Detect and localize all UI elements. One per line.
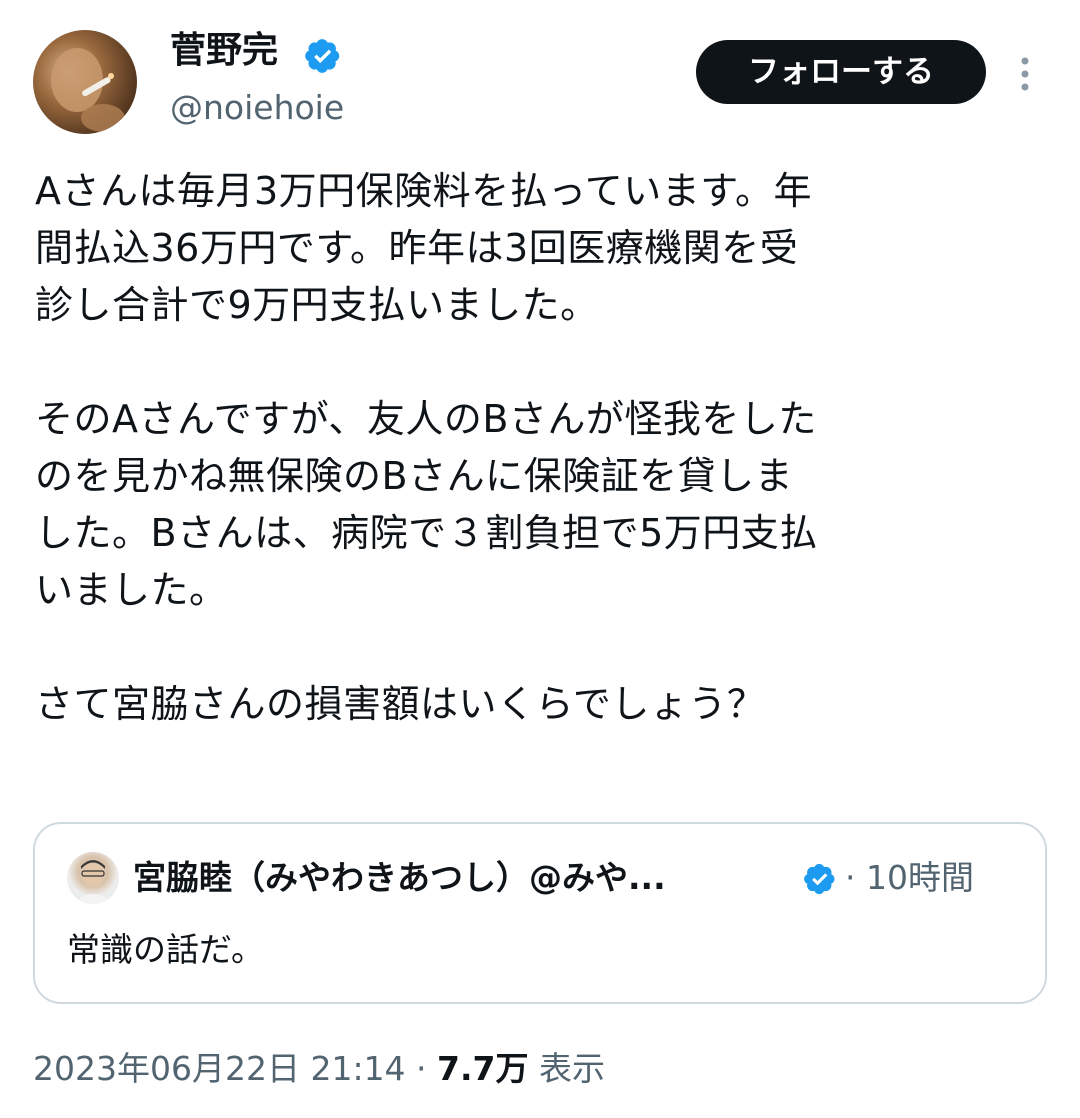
quote-author-name[interactable]: 宮脇睦（みやわきあつし）@みや... bbox=[133, 856, 666, 900]
views-label: 表示 bbox=[528, 1049, 606, 1088]
tweet-header: 菅野完 @noiehoie フォローする bbox=[0, 0, 1080, 150]
quote-text: 常識の話だ。 bbox=[67, 930, 265, 969]
quoted-tweet-card[interactable]: 宮脇睦（みやわきあつし）@みや... · 10時間 常識の話だ。 bbox=[33, 822, 1047, 1004]
author-name[interactable]: 菅野完 bbox=[170, 28, 278, 74]
quote-timestamp[interactable]: · 10時間 bbox=[845, 856, 974, 900]
author-avatar[interactable] bbox=[33, 30, 137, 134]
quote-avatar-photo-icon bbox=[73, 860, 113, 904]
meta-separator: · bbox=[405, 1049, 438, 1088]
tweet-paragraph: そのAさんですが、友人のBさんが怪我をした のを見かね無保険のBさんに保険証を貸… bbox=[35, 397, 818, 612]
tweet-paragraph: Aさんは毎月3万円保険料を払っています。年 間払込36万円です。昨年は3回医療機… bbox=[35, 169, 812, 327]
tweet-meta: 2023年06月22日 21:14 · 7.7万 表示 bbox=[33, 1046, 605, 1092]
author-handle[interactable]: @noiehoie bbox=[170, 86, 344, 130]
views-count[interactable]: 7.7万 bbox=[437, 1049, 528, 1088]
follow-button[interactable]: フォローする bbox=[696, 40, 986, 104]
quote-author-avatar bbox=[67, 852, 119, 904]
verified-badge-icon bbox=[804, 863, 835, 895]
verified-badge-icon bbox=[305, 39, 340, 73]
tweet-paragraph: さて宮脇さんの損害額はいくらでしょう？ bbox=[35, 682, 766, 726]
avatar-photo-icon bbox=[51, 48, 125, 132]
tweet-body: Aさんは毎月3万円保険料を払っています。年 間払込36万円です。昨年は3回医療機… bbox=[35, 163, 1050, 733]
more-options-icon[interactable] bbox=[1012, 54, 1038, 94]
tweet-timestamp[interactable]: 2023年06月22日 21:14 bbox=[33, 1049, 406, 1088]
